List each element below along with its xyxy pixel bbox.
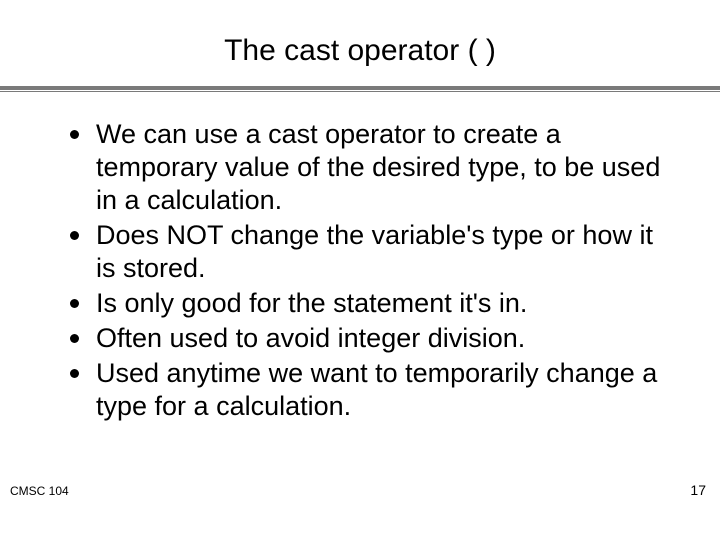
list-item: We can use a cast operator to create a t… — [70, 118, 672, 217]
divider — [0, 86, 720, 92]
bullet-list: We can use a cast operator to create a t… — [70, 118, 672, 422]
page-number: 17 — [690, 482, 706, 498]
slide: The cast operator ( ) We can use a cast … — [0, 0, 720, 540]
list-item: Is only good for the statement it's in. — [70, 287, 672, 320]
content-area: We can use a cast operator to create a t… — [0, 92, 720, 422]
footer-course: CMSC 104 — [10, 484, 69, 498]
slide-title: The cast operator ( ) — [0, 0, 720, 86]
list-item: Does NOT change the variable's type or h… — [70, 219, 672, 285]
list-item: Often used to avoid integer division. — [70, 322, 672, 355]
list-item: Used anytime we want to temporarily chan… — [70, 357, 672, 423]
